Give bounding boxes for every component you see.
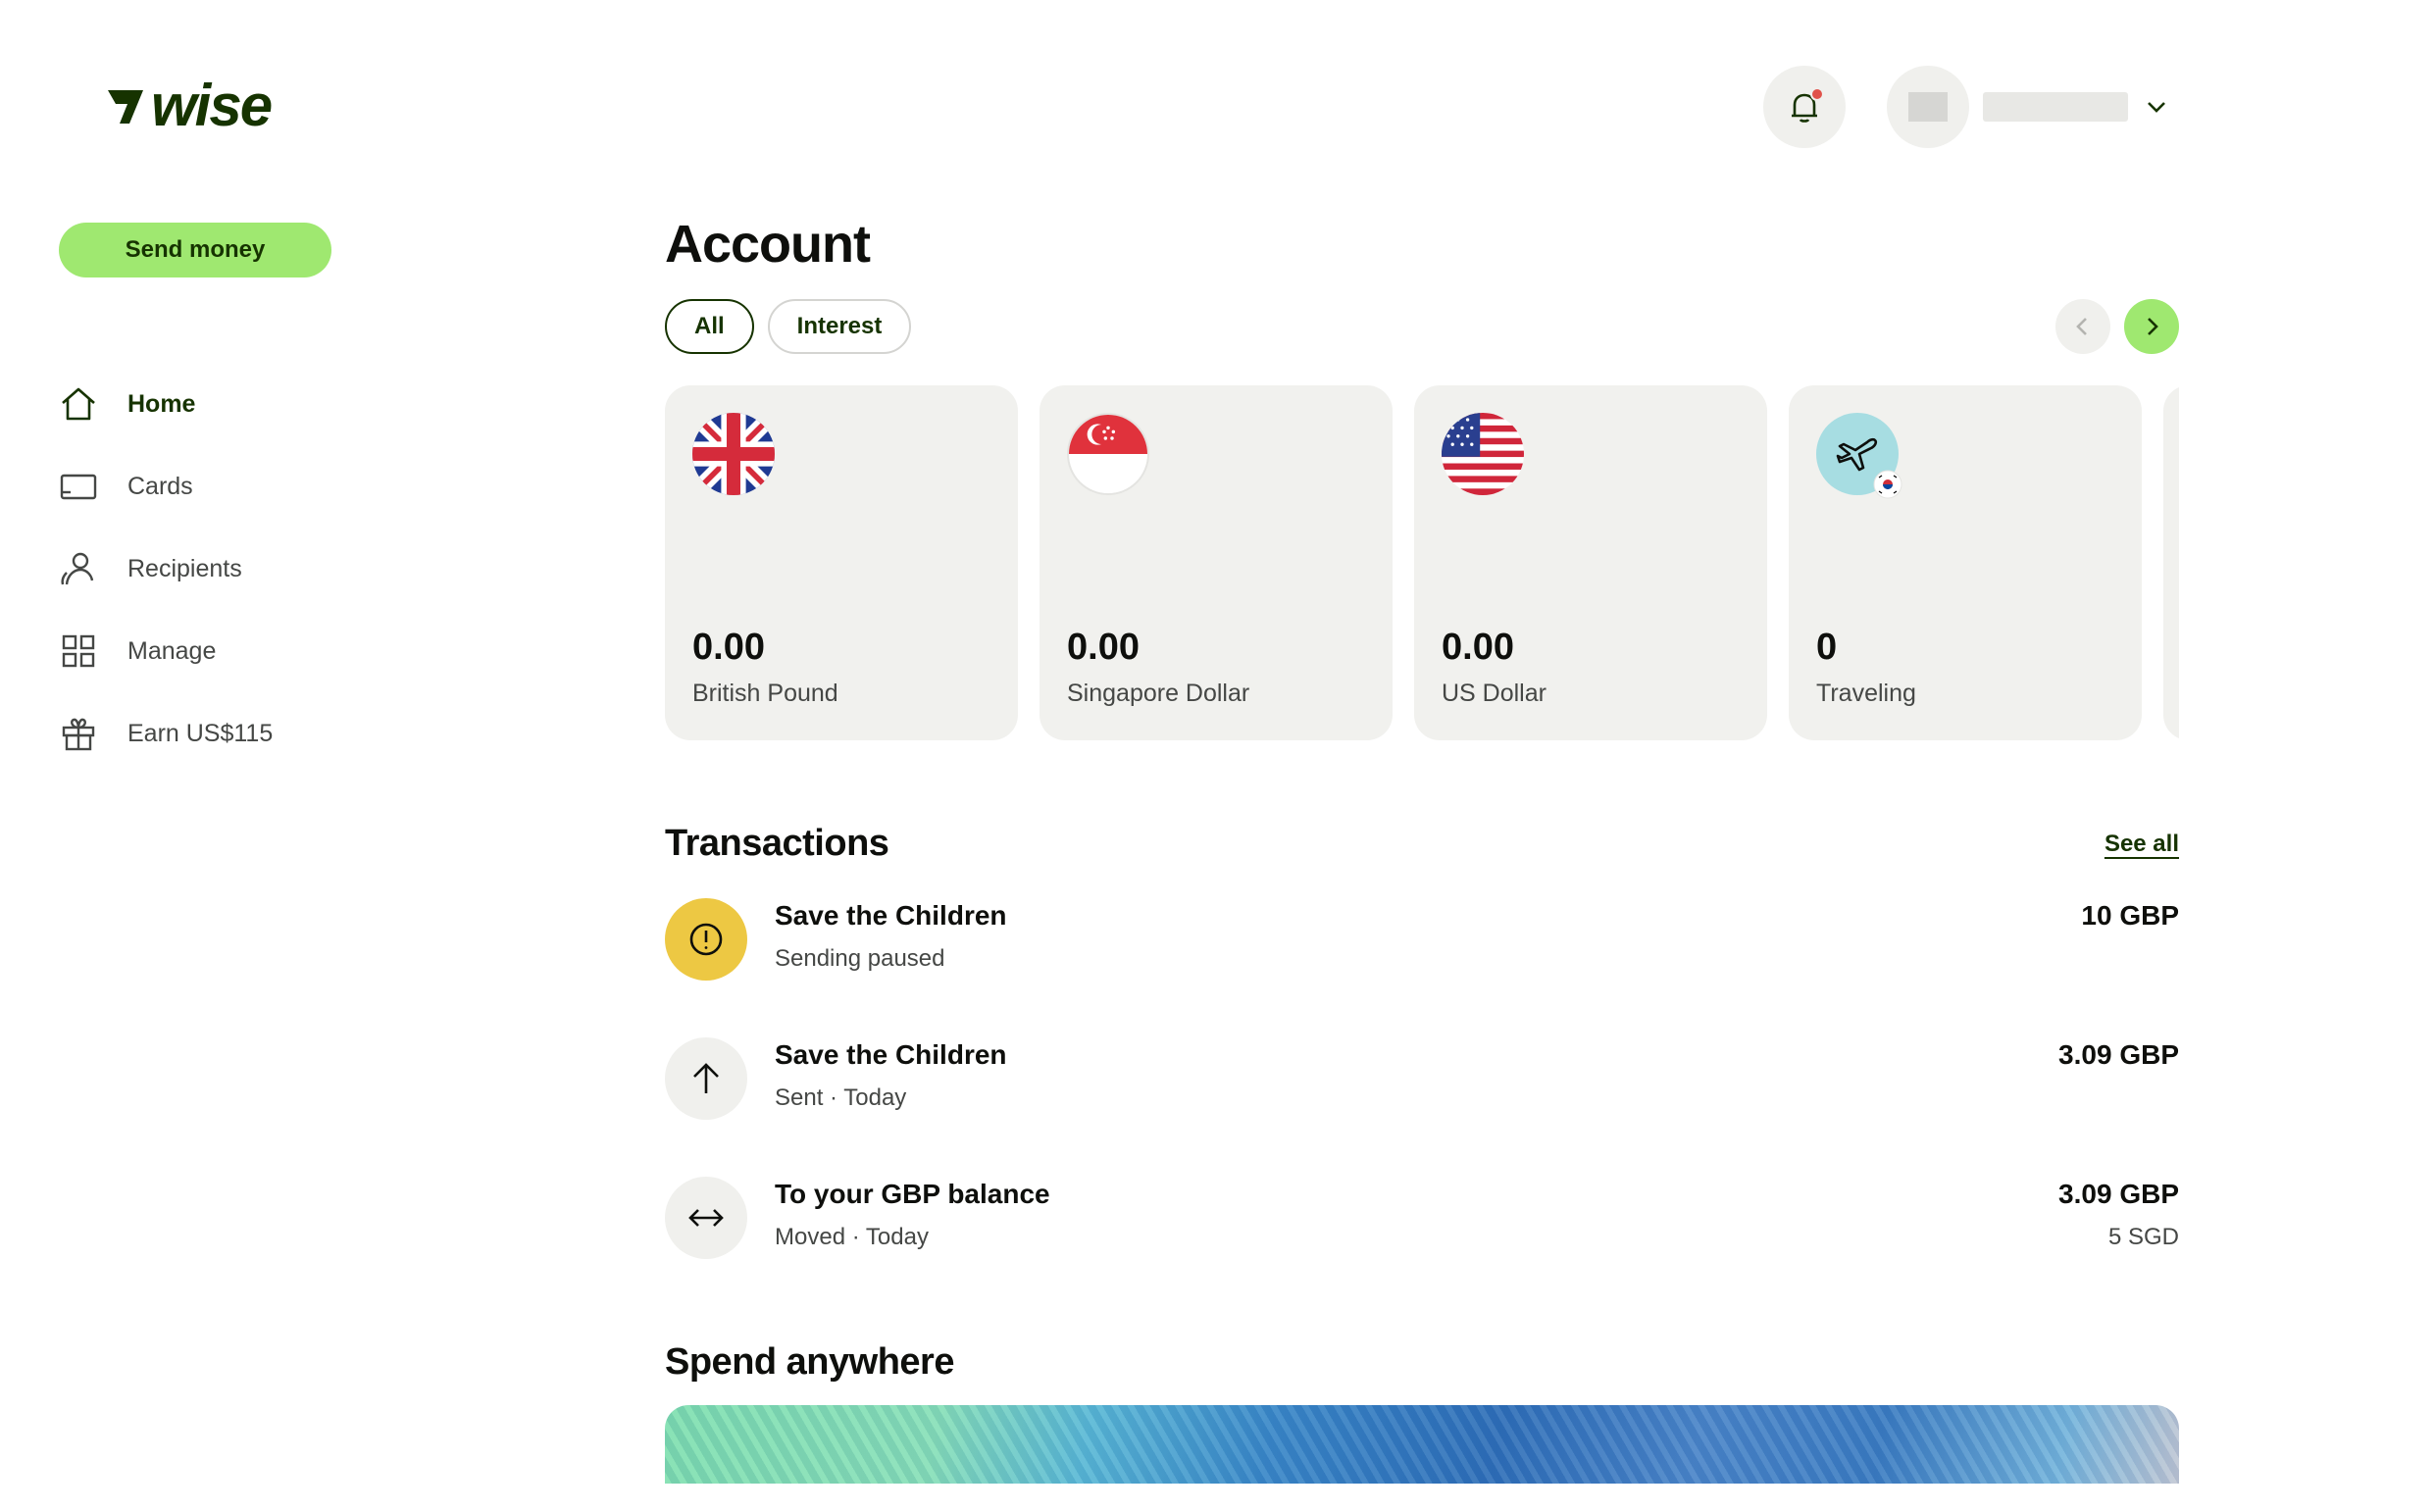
sidebar-item-cards[interactable]: Cards (59, 445, 412, 528)
transaction-amount: 3.09 GBP (2058, 1039, 2179, 1071)
sidebar-item-label: Manage (127, 636, 217, 665)
plane-jar-icon (1816, 413, 1902, 499)
wise-flag-icon (108, 90, 143, 124)
transaction-title: To your GBP balance (775, 1179, 1050, 1210)
balance-card-gbp[interactable]: 0.00 British Pound (665, 385, 1018, 741)
transaction-subtitle: Sent · Today (775, 1084, 907, 1112)
transaction-subtitle: Moved · Today (775, 1224, 929, 1251)
balance-currency-name: US Dollar (1442, 680, 1547, 708)
sidebar-item-manage[interactable]: Manage (59, 610, 412, 692)
profile-menu[interactable] (1887, 66, 2169, 148)
carousel-next-button[interactable] (2124, 299, 2179, 355)
chevron-right-icon (2148, 318, 2158, 336)
balance-card-partial[interactable] (2163, 385, 2179, 741)
balance-currency-name: Singapore Dollar (1067, 680, 1250, 708)
chevron-left-icon (2076, 318, 2087, 336)
filter-all[interactable]: All (665, 299, 754, 355)
avatar (1887, 66, 1969, 148)
transaction-amount: 10 GBP (2081, 900, 2179, 932)
card-icon (59, 467, 98, 506)
see-all-link[interactable]: See all (2104, 831, 2179, 858)
transactions-title: Transactions (665, 823, 889, 865)
spend-title: Spend anywhere (665, 1341, 954, 1384)
sidebar-nav: Home Cards Recipients Manage Earn US$115 (59, 363, 412, 775)
wise-wordmark: wise (151, 73, 273, 138)
balance-card-usd[interactable]: 0.00 US Dollar (1414, 385, 1767, 741)
transactions-list: Save the Children Sending paused 10 GBP … (665, 898, 2179, 1316)
transaction-amount: 3.09 GBP (2058, 1179, 2179, 1210)
arrow-up-icon (665, 1037, 747, 1121)
alert-icon (665, 898, 747, 982)
spend-header: Spend anywhere (665, 1341, 2179, 1384)
arrows-horizontal-icon (665, 1177, 747, 1260)
balance-cards: 0.00 British Pound 0.00 Singapore Dollar (665, 385, 2179, 741)
balance-amount: 0.00 (692, 627, 765, 669)
balance-card-sgd[interactable]: 0.00 Singapore Dollar (1040, 385, 1393, 741)
sidebar-item-label: Earn US$115 (127, 719, 274, 747)
transactions-header: Transactions See all (665, 823, 2179, 865)
page-title: Account (665, 215, 871, 274)
balance-amount: 0.00 (1442, 627, 1514, 669)
sidebar-item-label: Recipients (127, 554, 242, 582)
transaction-row[interactable]: Save the Children Sent · Today 3.09 GBP (665, 1037, 2179, 1177)
transaction-row[interactable]: Save the Children Sending paused 10 GBP (665, 898, 2179, 1037)
sidebar-item-label: Cards (127, 472, 193, 500)
transaction-secondary-amount: 5 SGD (2107, 1224, 2179, 1251)
wise-logo[interactable]: wise (104, 73, 273, 138)
notifications-button[interactable] (1763, 66, 1846, 148)
balance-amount: 0 (1816, 627, 1838, 669)
recipients-icon (59, 549, 98, 588)
account-filters: All Interest (665, 299, 2179, 355)
sidebar-item-home[interactable]: Home (59, 363, 412, 445)
transaction-title: Save the Children (775, 1039, 1007, 1071)
notification-dot (1810, 87, 1824, 101)
avatar-placeholder (1908, 92, 1948, 122)
grid-icon (59, 631, 98, 671)
carousel-nav (2055, 299, 2179, 355)
profile-name-redacted (1983, 92, 2128, 122)
send-money-button[interactable]: Send money (59, 223, 331, 277)
uk-flag-icon (692, 413, 775, 496)
filter-interest[interactable]: Interest (767, 299, 912, 355)
kr-flag-icon (1873, 470, 1902, 499)
balance-currency-name: British Pound (692, 680, 838, 708)
transaction-title: Save the Children (775, 900, 1007, 932)
sidebar-item-earn[interactable]: Earn US$115 (59, 692, 412, 775)
transaction-row[interactable]: To your GBP balance Moved · Today 3.09 G… (665, 1177, 2179, 1316)
spend-anywhere-banner[interactable] (665, 1405, 2179, 1485)
sg-flag-icon (1067, 413, 1149, 496)
sidebar-item-recipients[interactable]: Recipients (59, 528, 412, 610)
balance-card-traveling[interactable]: 0 Traveling (1789, 385, 2142, 741)
main-content: Account All Interest 0.00 British Pound … (665, 215, 2179, 1485)
sidebar-item-label: Home (127, 389, 196, 418)
us-flag-icon (1442, 413, 1524, 496)
gift-icon (59, 714, 98, 753)
balance-amount: 0.00 (1067, 627, 1140, 669)
chevron-down-icon (2144, 94, 2169, 120)
carousel-prev-button[interactable] (2055, 299, 2110, 355)
balance-currency-name: Traveling (1816, 680, 1916, 708)
transaction-subtitle: Sending paused (775, 945, 945, 973)
home-icon (59, 384, 98, 424)
